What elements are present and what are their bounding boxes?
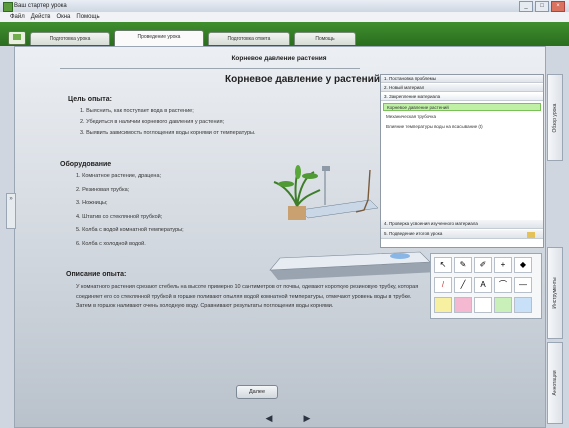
pen-icon[interactable]: ✎ xyxy=(454,257,472,273)
list-item: 4. Штатив со стеклянной трубкой; xyxy=(76,213,163,220)
yellow-highlighter-icon[interactable] xyxy=(434,297,452,313)
outline-item[interactable]: 5. Подведение итогов урока xyxy=(381,230,543,239)
pink-highlighter-icon[interactable] xyxy=(454,297,472,313)
list-item: 5. Колба с водой комнатной температуры; xyxy=(76,227,184,233)
menu-help[interactable]: Помощь xyxy=(76,12,99,22)
outline-item[interactable]: 1. Постановка проблемы xyxy=(381,75,543,83)
outline-item[interactable]: 3. Закрепление материала xyxy=(381,93,543,101)
description-heading: Описание опыта: xyxy=(66,271,127,278)
outline-subitem[interactable]: Влияние температуры воды на всасывание (… xyxy=(383,123,541,131)
marker-icon[interactable]: ✐ xyxy=(474,257,492,273)
tab-lesson-preparation[interactable]: Подготовка урока xyxy=(30,32,110,45)
eraser-icon[interactable]: ◆ xyxy=(514,257,532,273)
line-icon[interactable]: ╱ xyxy=(454,277,472,293)
list-item: 2. Резиновая трубка; xyxy=(76,186,130,193)
lesson-outline-panel: 1. Постановка проблемы 2. Новый материал… xyxy=(380,74,544,248)
tab-strip: Подготовка урока Проведение урока Подгот… xyxy=(0,22,569,46)
app-icon xyxy=(3,2,13,12)
green-highlighter-icon[interactable] xyxy=(494,297,512,313)
tool-palette: ↖ ✎ ✐ + ◆ / ╱ A ⌒ — xyxy=(430,253,542,319)
red-pen-icon[interactable]: / xyxy=(434,277,452,293)
vtab-annotations[interactable]: Аннотации xyxy=(547,342,563,424)
outline-subitem-selected[interactable]: Корневое давление растений xyxy=(383,103,541,111)
prev-page-button[interactable]: ◀ xyxy=(262,412,276,424)
goal-heading: Цель опыта: xyxy=(68,96,112,103)
delete-icon[interactable]: — xyxy=(514,277,532,293)
maximize-button[interactable]: □ xyxy=(535,1,549,12)
list-item: 3. Выявить зависимость поглощения воды к… xyxy=(80,130,256,136)
goal-list: 1. Выяснить, как поступает вода в растен… xyxy=(80,106,256,139)
list-item: 1. Комнатное растение, драцена; xyxy=(76,173,162,179)
equipment-heading: Оборудование xyxy=(60,161,112,168)
menu-action[interactable]: Действ xyxy=(31,12,51,22)
shape-icon[interactable]: + xyxy=(494,257,512,273)
menu-windows[interactable]: Окна xyxy=(56,12,70,22)
list-item: 1. Выяснить, как поступает вода в растен… xyxy=(80,108,194,114)
vtab-tools[interactable]: Инструменты xyxy=(547,247,563,339)
blank-tool-icon[interactable] xyxy=(474,297,492,313)
list-item: 2. Убедиться в наличии корневого давлени… xyxy=(80,119,225,125)
next-step-button[interactable]: Далее xyxy=(236,385,278,399)
page-title: Корневое давление у растений xyxy=(225,74,380,85)
next-page-button[interactable]: ▶ xyxy=(300,412,314,424)
pointer-icon[interactable]: ↖ xyxy=(434,257,452,273)
vtab-lesson-overview[interactable]: Обзор урока xyxy=(547,74,563,161)
close-button[interactable]: × xyxy=(551,1,565,12)
outline-subitem[interactable]: Механическая трубочка xyxy=(383,113,541,121)
description-text: У комнатного растения срезают стебель на… xyxy=(76,284,419,309)
tab-help[interactable]: Помощь xyxy=(294,32,356,45)
outline-item[interactable]: 2. Новый материал xyxy=(381,84,543,92)
minimize-button[interactable]: _ xyxy=(519,1,533,12)
blue-highlighter-icon[interactable] xyxy=(514,297,532,313)
menu-bar: Файл Действ Окна Помощь xyxy=(0,12,569,22)
equipment-list: 1. Комнатное растение, драцена; 2. Резин… xyxy=(76,170,184,251)
curve-icon[interactable]: ⌒ xyxy=(494,277,512,293)
divider xyxy=(60,68,360,69)
list-item: 6. Колба с холодной водой. xyxy=(76,240,146,247)
page-header: Корневое давление растения xyxy=(231,55,327,62)
outline-item[interactable]: 4. Проверка усвоения изученного материал… xyxy=(381,220,543,229)
tab-lesson-conduct[interactable]: Проведение урока xyxy=(114,30,204,46)
home-icon[interactable] xyxy=(8,31,26,45)
text-icon[interactable]: A xyxy=(474,277,492,293)
tab-answer-preparation[interactable]: Подготовка ответа xyxy=(208,32,290,45)
window-title: Ваш стартер урока xyxy=(14,3,67,9)
folder-icon[interactable] xyxy=(527,232,535,238)
menu-file[interactable]: Файл xyxy=(10,12,25,22)
list-item: 3. Ножницы; xyxy=(76,200,108,206)
left-collapse-handle[interactable]: » xyxy=(6,193,16,229)
